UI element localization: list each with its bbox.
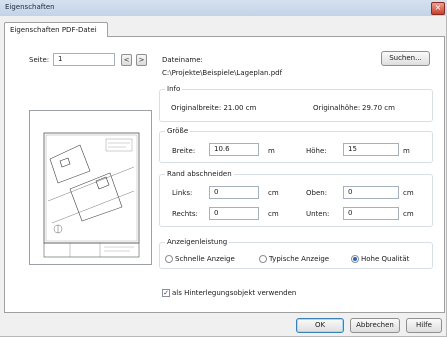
left-label: Links: (172, 189, 193, 197)
top-unit: cm (403, 189, 414, 197)
original-height-label: Originalhöhe: (313, 104, 361, 112)
right-label: Rechts: (172, 210, 198, 218)
page-input[interactable]: 1 (53, 53, 115, 66)
top-label: Oben: (306, 189, 328, 197)
bottom-unit: cm (403, 210, 414, 218)
title-bar (0, 0, 447, 17)
browse-button[interactable]: Suchen... (381, 51, 430, 66)
bottom-input[interactable]: 0 (343, 207, 399, 220)
top-input[interactable]: 0 (343, 186, 399, 199)
radio-fast-display[interactable] (165, 255, 173, 263)
crop-group-title: Rand abschneiden (165, 170, 234, 178)
right-input[interactable]: 0 (209, 207, 259, 220)
original-height-value: 29.70 cm (362, 104, 395, 112)
filename-value: C:\Projekte\Beispiele\Lageplan.pdf (162, 69, 283, 77)
left-input[interactable]: 0 (209, 186, 259, 199)
background-object-label: als Hinterlegungsobjekt verwenden (172, 289, 297, 297)
left-unit: cm (268, 189, 279, 197)
height-label: Höhe: (306, 147, 327, 155)
window-title: Eigenschaften (5, 3, 55, 11)
high-quality-label: Hohe Qualität (361, 255, 410, 263)
close-button[interactable]: × (431, 2, 445, 15)
width-label: Breite: (172, 147, 196, 155)
prev-page-button[interactable]: < (121, 54, 132, 66)
radio-typical-display[interactable] (259, 255, 267, 263)
bottom-label: Unten: (306, 210, 330, 218)
size-group-title: Größe (165, 127, 191, 135)
tab-pdf-properties[interactable]: Eigenschaften PDF-Datei (4, 22, 108, 37)
right-unit: cm (268, 210, 279, 218)
plan-thumbnail (43, 132, 140, 258)
original-width: Originalbreite: 21.00 cm (171, 104, 257, 112)
typical-display-label: Typische Anzeige (269, 255, 330, 263)
width-unit: m (268, 147, 275, 155)
filename-label: Dateiname: (162, 56, 203, 64)
page-preview (29, 110, 152, 265)
info-group-title: Info (165, 85, 183, 93)
height-input[interactable]: 15 (343, 143, 399, 156)
page-label: Seite: (29, 56, 50, 64)
display-group-title: Anzeigenleistung (165, 238, 230, 246)
cancel-button[interactable]: Abbrechen (350, 318, 400, 333)
width-input[interactable]: 10.6 (209, 143, 259, 156)
next-page-button[interactable]: > (136, 54, 147, 66)
height-unit: m (403, 147, 410, 155)
ok-button[interactable]: OK (296, 318, 344, 333)
background-object-checkbox[interactable]: ✓ (162, 289, 170, 297)
help-button[interactable]: Hilfe (406, 318, 442, 333)
radio-high-quality[interactable] (351, 255, 359, 263)
fast-display-label: Schnelle Anzeige (175, 255, 235, 263)
